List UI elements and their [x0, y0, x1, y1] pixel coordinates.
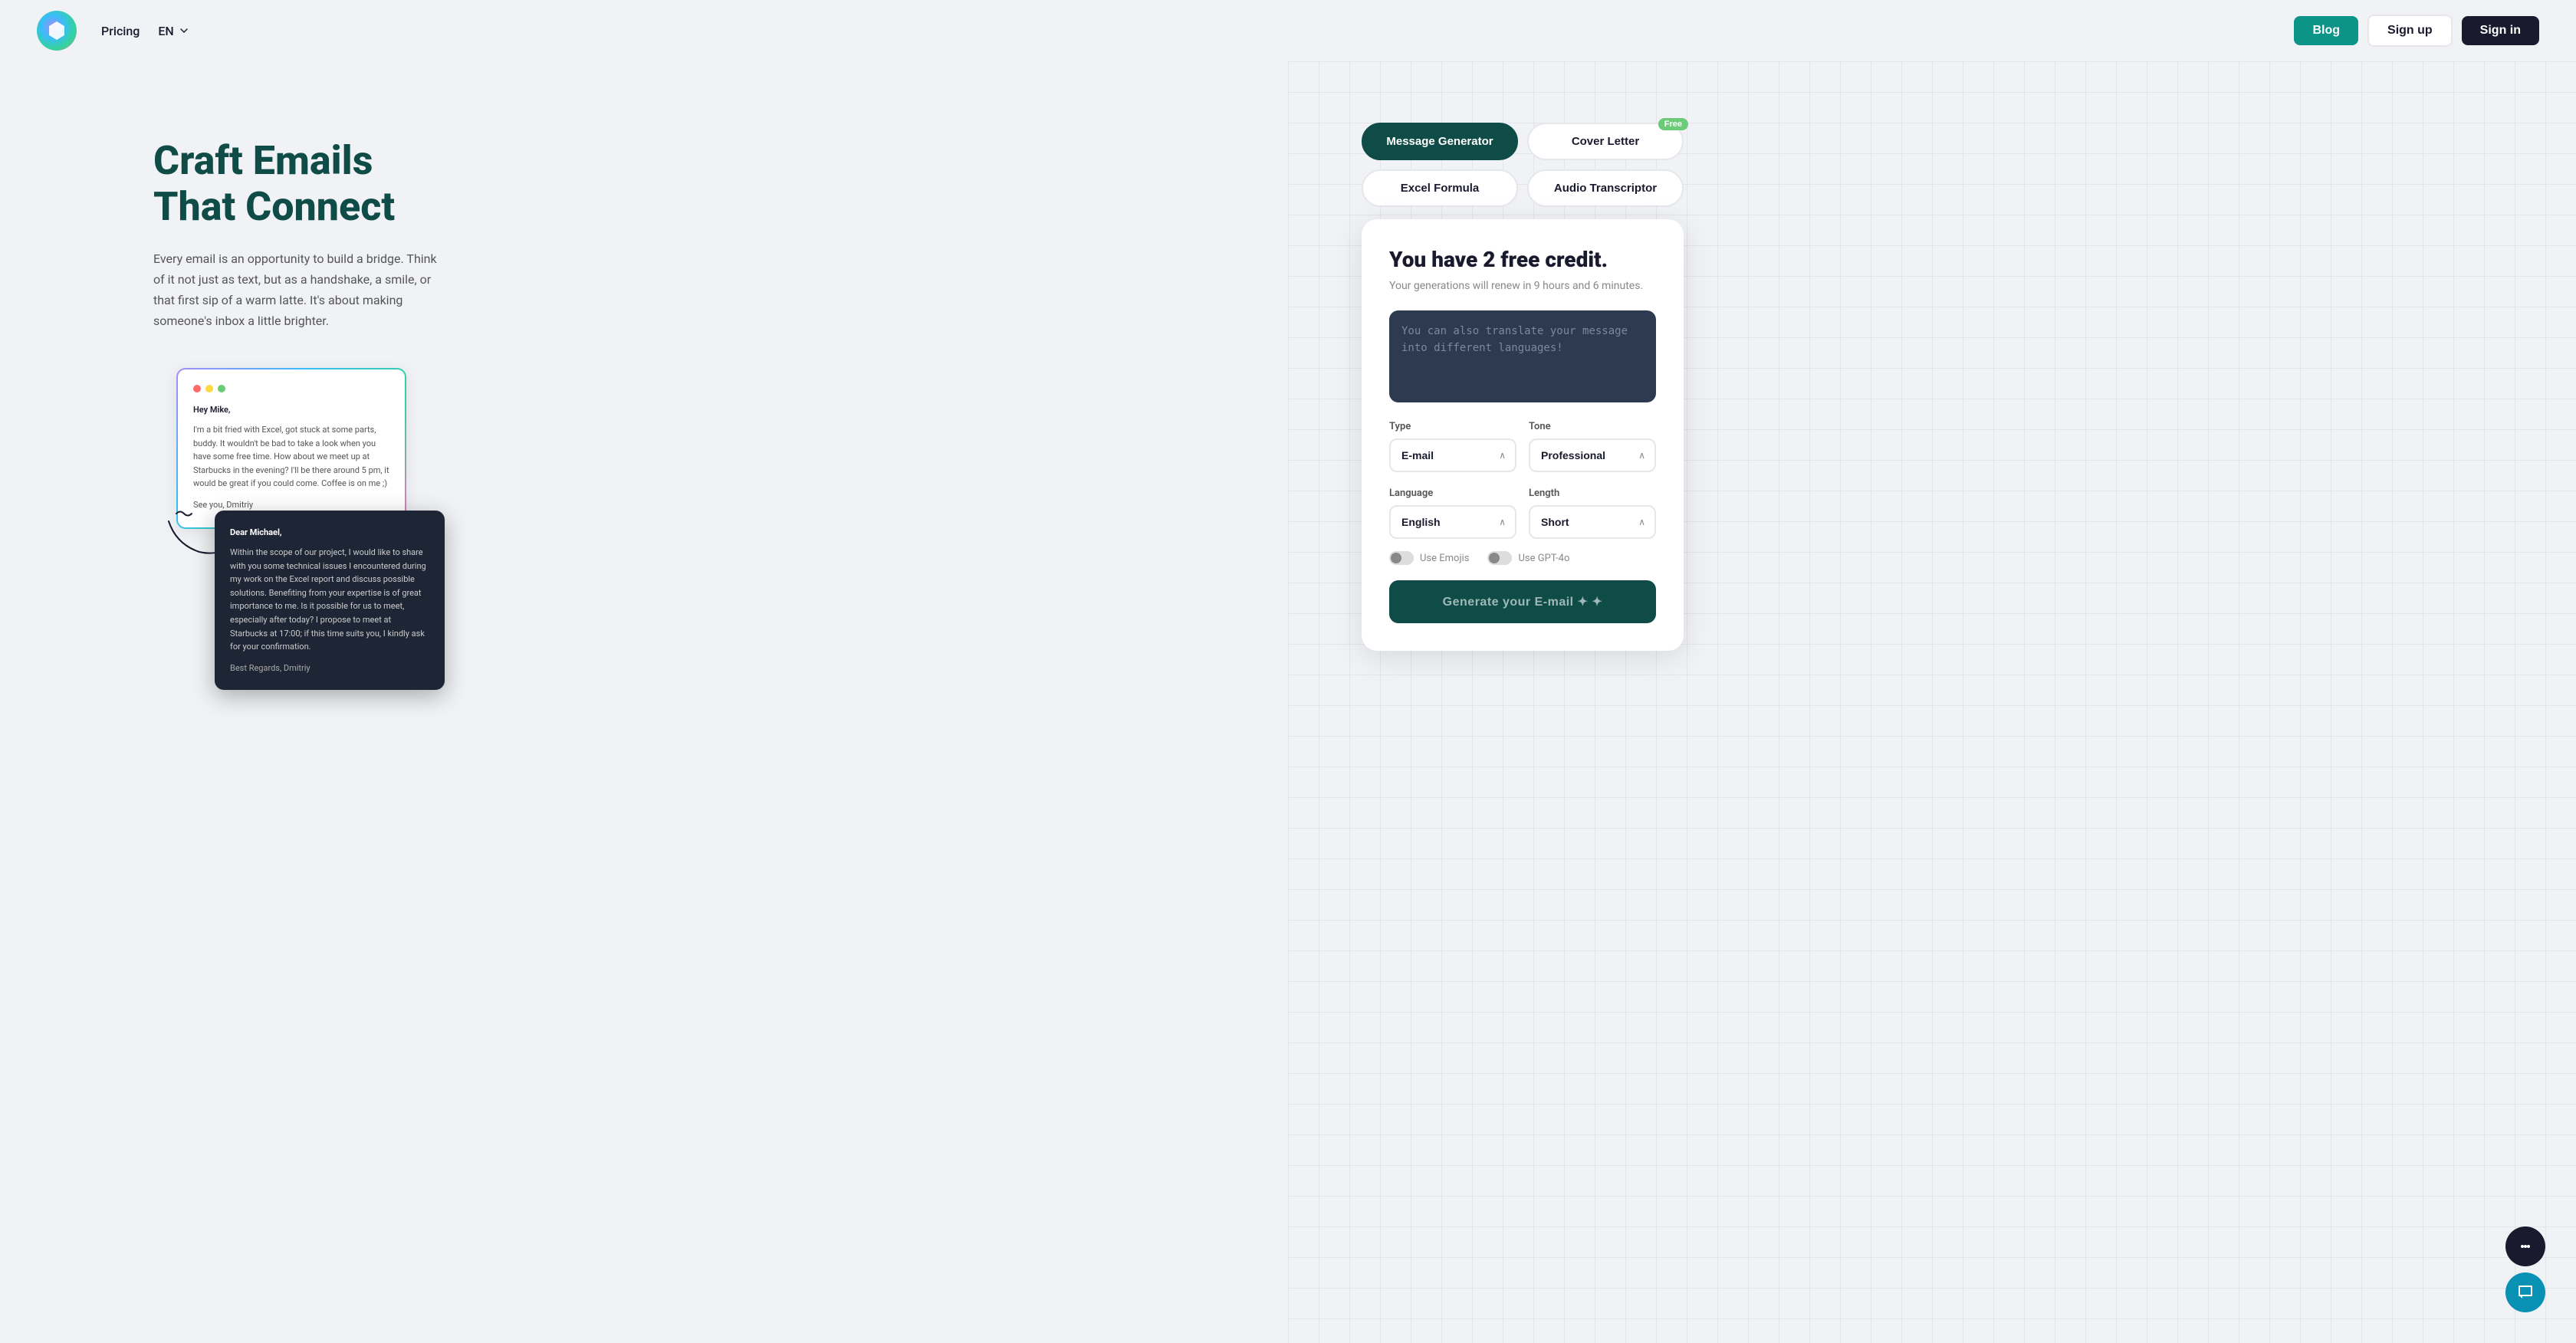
dot-green: [218, 385, 225, 392]
language-group: Language English Spanish French: [1389, 488, 1516, 539]
tone-select[interactable]: Professional Casual Formal: [1529, 438, 1656, 472]
tab-audio-label: Audio Transcriptor: [1554, 182, 1657, 195]
nav-language-selector[interactable]: EN: [158, 24, 189, 38]
language-select[interactable]: English Spanish French: [1389, 505, 1516, 539]
navbar: Pricing EN Blog Sign up Sign in: [0, 0, 2576, 61]
email-dark-body: Within the scope of our project, I would…: [230, 546, 429, 654]
signin-button[interactable]: Sign in: [2462, 16, 2539, 45]
card-title: You have 2 free credit.: [1389, 247, 1656, 272]
hero-right: Message Generator Cover Letter Free Exce…: [506, 107, 2539, 651]
length-label: Length: [1529, 488, 1656, 499]
free-badge: Free: [1658, 118, 1688, 130]
nav-links: Pricing EN: [101, 24, 2294, 38]
tool-tabs: Message Generator Cover Letter Free Exce…: [1362, 123, 1684, 207]
email-card-dark: Dear Michael, Within the scope of our pr…: [215, 511, 445, 690]
chat-bubble-blue[interactable]: [2505, 1272, 2545, 1312]
email-light-content: Hey Mike, I'm a bit fried with Excel, go…: [193, 403, 389, 511]
email-dark-greeting: Dear Michael,: [230, 526, 429, 540]
tab-audio-transcriptor[interactable]: Audio Transcriptor: [1527, 169, 1684, 207]
window-dots: [193, 385, 389, 392]
toggles-row: Use Emojis Use GPT-4o: [1389, 551, 1656, 565]
language-select-wrapper: English Spanish French: [1389, 505, 1516, 539]
tone-group: Tone Professional Casual Formal: [1529, 421, 1656, 472]
tab-cover-letter[interactable]: Cover Letter Free: [1527, 123, 1684, 160]
emojis-toggle-item: Use Emojis: [1389, 551, 1469, 565]
blog-button[interactable]: Blog: [2294, 16, 2358, 45]
generator-card: You have 2 free credit. Your generations…: [1362, 219, 1684, 651]
type-group: Type E-mail SMS Chat: [1389, 421, 1516, 472]
emojis-toggle[interactable]: [1389, 551, 1414, 565]
type-select-wrapper: E-mail SMS Chat: [1389, 438, 1516, 472]
generate-button[interactable]: Generate your E-mail ✦ ✦: [1389, 580, 1656, 623]
tab-excel-label: Excel Formula: [1401, 182, 1480, 195]
message-textarea[interactable]: [1389, 310, 1656, 402]
type-select[interactable]: E-mail SMS Chat: [1389, 438, 1516, 472]
length-select-wrapper: Short Medium Long: [1529, 505, 1656, 539]
tab-excel-formula[interactable]: Excel Formula: [1362, 169, 1518, 207]
signup-button[interactable]: Sign up: [2367, 15, 2453, 47]
email-dark-sign: Best Regards, Dmitriy: [230, 662, 429, 675]
tab-message-label: Message Generator: [1386, 135, 1493, 148]
email-previews: Hey Mike, I'm a bit fried with Excel, go…: [153, 368, 445, 690]
type-label: Type: [1389, 421, 1516, 432]
tab-cover-label: Cover Letter: [1572, 135, 1639, 148]
gpt-toggle-item: Use GPT-4o: [1487, 551, 1569, 565]
email-card-light: Hey Mike, I'm a bit fried with Excel, go…: [176, 368, 406, 528]
logo[interactable]: [37, 11, 77, 51]
card-subtitle: Your generations will renew in 9 hours a…: [1389, 280, 1656, 292]
email-dark-content: Dear Michael, Within the scope of our pr…: [230, 526, 429, 675]
chat-bubble-dark[interactable]: [2505, 1226, 2545, 1266]
tone-select-wrapper: Professional Casual Formal: [1529, 438, 1656, 472]
length-group: Length Short Medium Long: [1529, 488, 1656, 539]
form-row-2: Language English Spanish French Length S…: [1389, 488, 1656, 539]
length-select[interactable]: Short Medium Long: [1529, 505, 1656, 539]
hero-section: Craft Emails That Connect Every email is…: [0, 61, 2576, 1343]
gpt-toggle[interactable]: [1487, 551, 1512, 565]
hero-description: Every email is an opportunity to build a…: [153, 248, 445, 332]
hero-title: Craft Emails That Connect: [153, 138, 445, 230]
nav-pricing[interactable]: Pricing: [101, 24, 140, 38]
gpt-label: Use GPT-4o: [1518, 553, 1569, 564]
nav-lang-label: EN: [158, 24, 173, 38]
nav-actions: Blog Sign up Sign in: [2294, 15, 2539, 47]
tab-message-generator[interactable]: Message Generator: [1362, 123, 1518, 160]
language-label: Language: [1389, 488, 1516, 499]
hero-left: Craft Emails That Connect Every email is…: [153, 107, 445, 690]
form-row-1: Type E-mail SMS Chat Tone Professional: [1389, 421, 1656, 472]
dot-red: [193, 385, 201, 392]
emojis-label: Use Emojis: [1420, 553, 1469, 564]
email-light-body: I'm a bit fried with Excel, got stuck at…: [193, 423, 389, 491]
tone-label: Tone: [1529, 421, 1656, 432]
email-light-greeting: Hey Mike,: [193, 403, 389, 417]
dot-yellow: [205, 385, 213, 392]
